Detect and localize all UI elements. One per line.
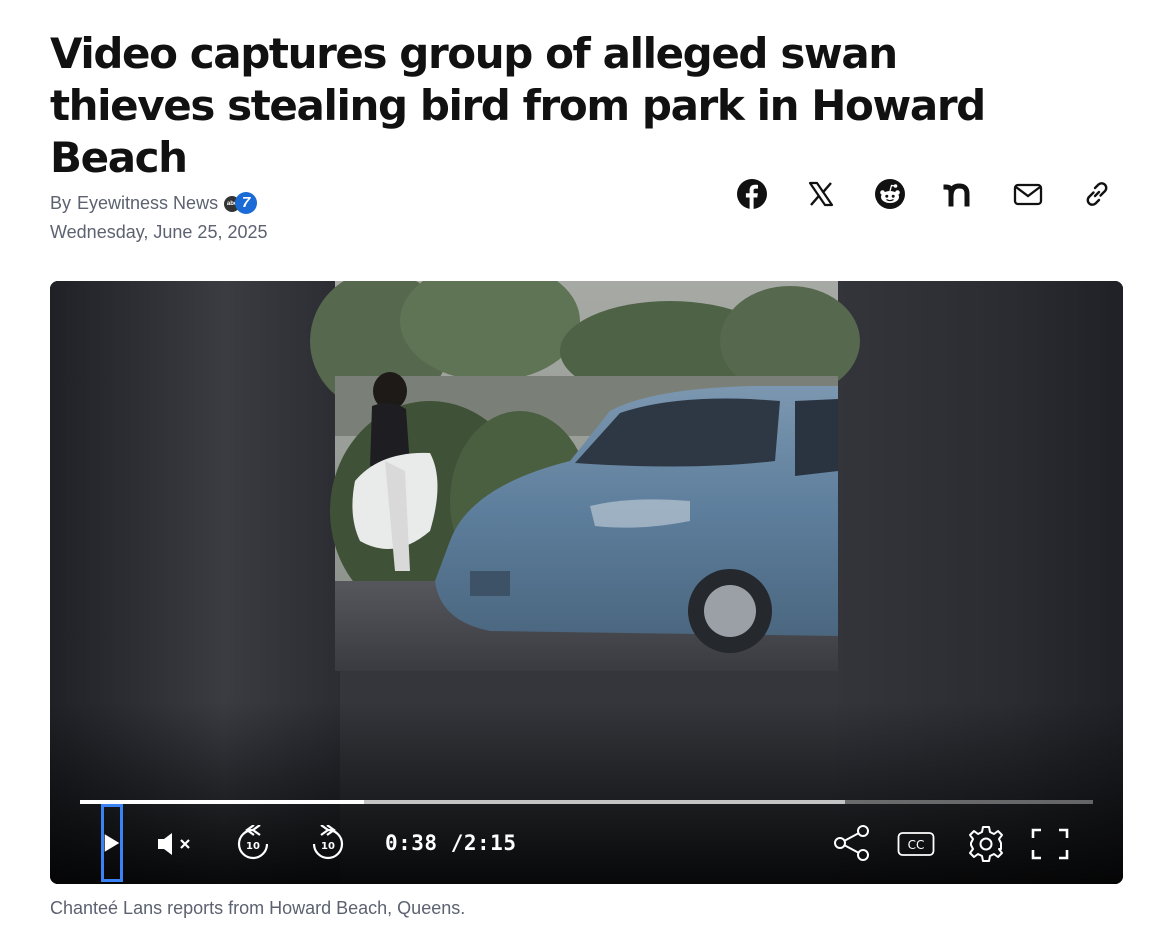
fullscreen-icon [1031, 828, 1069, 860]
channel-7-logo-icon: 7 [235, 192, 258, 214]
closed-captions-button[interactable]: CC [896, 824, 936, 864]
share-bar [734, 176, 1115, 212]
forward-10-button[interactable]: 10 [308, 824, 348, 864]
article-headline: Video captures group of alleged swan thi… [50, 29, 986, 182]
video-frame [50, 281, 1123, 884]
rewind-seconds-label: 10 [246, 841, 260, 852]
publish-date: Wednesday, June 25, 2025 [50, 222, 268, 242]
mute-icon [158, 833, 190, 855]
rewind-10-button[interactable]: 10 [233, 824, 273, 864]
email-share-button[interactable] [1010, 176, 1046, 212]
seek-bar[interactable] [80, 800, 1093, 804]
video-player[interactable]: 10 10 0:38 /2:15 CC [50, 281, 1123, 884]
nextdoor-icon [943, 183, 970, 207]
timecode: 0:38 /2:15 [385, 831, 516, 855]
nextdoor-share-button[interactable] [941, 176, 977, 212]
settings-icon [969, 826, 1003, 862]
author-name[interactable]: Eyewitness News [77, 193, 218, 214]
byline-prefix: By [50, 192, 72, 213]
x-share-button[interactable] [803, 176, 839, 212]
current-time: 0:38 [385, 831, 438, 855]
email-icon [1013, 183, 1043, 206]
byline: By Eyewitness News abc 7 [50, 191, 258, 215]
reddit-share-button[interactable] [872, 176, 908, 212]
link-icon [1086, 182, 1108, 206]
time-separator: / [450, 831, 464, 855]
closed-captions-icon: CC [897, 832, 935, 856]
reddit-icon [875, 179, 905, 209]
video-share-button[interactable] [832, 823, 872, 863]
fullscreen-button[interactable] [1030, 824, 1070, 864]
facebook-icon [737, 179, 767, 209]
copy-link-button[interactable] [1079, 176, 1115, 212]
forward-seconds-label: 10 [321, 841, 335, 852]
duration: 2:15 [463, 831, 517, 855]
video-caption: Chanteé Lans reports from Howard Beach, … [50, 898, 466, 918]
share-icon [834, 825, 869, 861]
mute-button[interactable] [153, 824, 197, 864]
x-icon [808, 181, 834, 207]
facebook-share-button[interactable] [734, 176, 770, 212]
station-logo: abc 7 [224, 191, 258, 215]
play-icon [104, 834, 120, 852]
forward-10-icon: 10 [312, 825, 344, 860]
settings-button[interactable] [966, 824, 1006, 864]
rewind-10-icon: 10 [237, 825, 269, 860]
cc-label: CC [908, 838, 925, 852]
play-button[interactable] [101, 804, 123, 882]
